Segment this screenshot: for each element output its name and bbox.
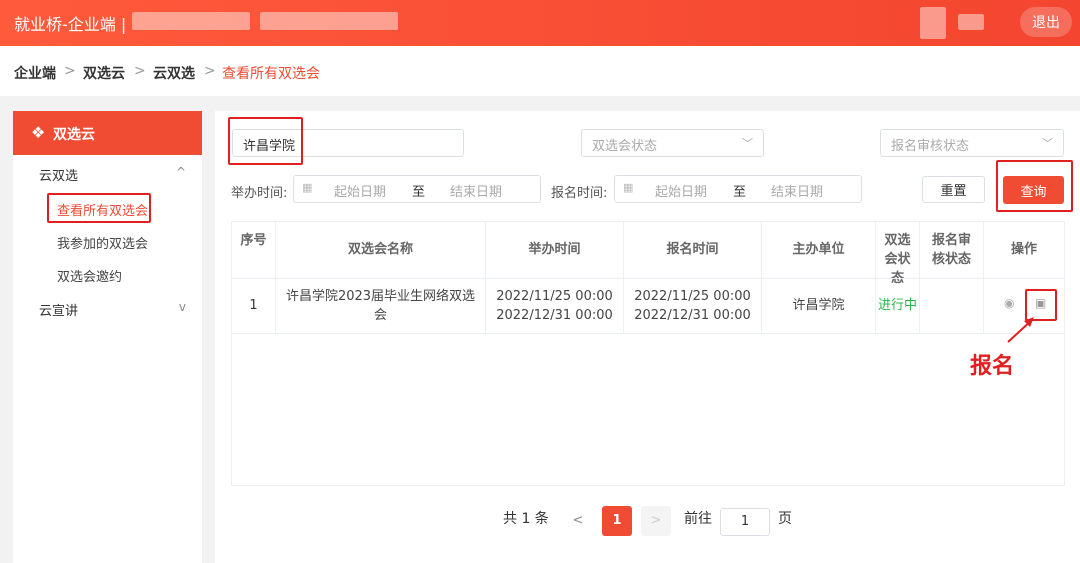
column-header-host: 主办单位 [762, 222, 876, 278]
blurred-company-name [132, 12, 250, 30]
breadcrumb-separator: > [64, 63, 76, 79]
cell-index: 1 [232, 279, 276, 333]
breadcrumb-item-yunshuangxuan[interactable]: 云双选 [153, 63, 195, 83]
pagination-total: 共 1 条 [503, 511, 549, 527]
prev-page-button[interactable]: < [563, 506, 593, 536]
top-header: 就业桥-企业端 | 退出 [0, 0, 1080, 46]
avatar[interactable] [920, 7, 946, 39]
reg-end-placeholder: 结束日期 [771, 185, 824, 200]
column-header-review-status: 报名审核状态 [920, 222, 984, 278]
sidebar-item-label: 我参加的双选会 [57, 237, 149, 252]
chevron-down-icon: ﹀ [742, 137, 753, 150]
fair-status-placeholder: 双选会状态 [592, 139, 658, 154]
range-to: 至 [733, 185, 747, 200]
sidebar: ❖ 双选云 云双选 ^ 查看所有双选会 我参加的双选会 双选会邀约 云宣讲 v [13, 111, 202, 563]
hold-end-placeholder: 结束日期 [450, 185, 503, 200]
column-header-index: 序号 [232, 222, 276, 278]
calendar-icon: ▦ [623, 181, 634, 194]
sidebar-item-label: 云双选 [39, 169, 79, 184]
sidebar-item-yunshuangxuan[interactable]: 云双选 ^ [39, 165, 202, 184]
annotation-arrow [1007, 317, 1034, 343]
breadcrumb-current: 查看所有双选会 [222, 66, 320, 82]
hold-start: 2022/11/25 00:00 [496, 289, 613, 304]
cell-hold-time: 2022/11/25 00:00 2022/12/31 00:00 [486, 279, 624, 333]
sidebar-item-invitations[interactable]: 双选会邀约 [57, 266, 122, 285]
review-status-placeholder: 报名审核状态 [891, 139, 970, 154]
page-1-button[interactable]: 1 [602, 506, 632, 536]
sidebar-item-label: 双选会邀约 [57, 270, 123, 285]
sidebar-head[interactable]: ❖ 双选云 [13, 111, 202, 155]
fair-name-line1: 许昌学院2023届毕业生网络双选 [285, 289, 476, 304]
cell-review-status [920, 279, 984, 333]
reg-time-range-picker[interactable]: ▦ 起始日期 至 结束日期 [614, 175, 862, 203]
highlight-box-school [228, 117, 303, 165]
breadcrumb-item-shuangxuanyun[interactable]: 双选云 [83, 63, 125, 83]
breadcrumb-separator: > [204, 63, 216, 79]
fair-table: 序号 双选会名称 举办时间 报名时间 主办单位 双选会状态 报名审核状态 操作 … [231, 221, 1065, 486]
column-header-actions: 操作 [1010, 242, 1037, 257]
reset-button[interactable]: 重置 [922, 176, 985, 203]
column-header-reg-time: 报名时间 [624, 222, 762, 278]
view-eye-icon[interactable]: ◉ [1004, 296, 1014, 310]
blurred-company-name-2 [260, 12, 398, 30]
range-to: 至 [412, 185, 426, 200]
chevron-down-icon: v [178, 300, 186, 314]
cell-reg-time: 2022/11/25 00:00 2022/12/31 00:00 [624, 279, 762, 333]
hold-time-label: 举办时间: [231, 186, 288, 201]
review-status-select[interactable]: 报名审核状态 ﹀ [880, 129, 1064, 157]
cell-fair-name[interactable]: 许昌学院2023届毕业生网络双选 会 [276, 279, 486, 333]
sidebar-item-yunxuanjiang[interactable]: 云宣讲 v [39, 300, 202, 319]
fair-name-line2: 会 [373, 308, 387, 323]
hold-time-range-picker[interactable]: ▦ 起始日期 至 结束日期 [293, 175, 541, 203]
breadcrumb-item-enterprise[interactable]: 企业端 [14, 63, 56, 83]
sidebar-item-label: 云宣讲 [39, 304, 79, 319]
breadcrumb: 企业端 > 双选云 > 云双选 > 查看所有双选会 [0, 46, 1080, 96]
shuangxuan-icon: ❖ [31, 123, 46, 142]
status-badge: 进行中 [876, 279, 920, 333]
sidebar-item-my-fairs[interactable]: 我参加的双选会 [57, 233, 148, 252]
blurred-username [958, 14, 984, 30]
column-header-fair-status: 双选会状态 [876, 222, 920, 286]
page-unit-label: 页 [778, 511, 792, 527]
column-header-hold-time: 举办时间 [486, 222, 624, 278]
chevron-down-icon: ﹀ [1042, 137, 1053, 150]
next-page-button[interactable]: > [641, 506, 671, 536]
chevron-up-icon: ^ [175, 165, 186, 179]
sidebar-head-label: 双选云 [53, 127, 95, 143]
highlight-box-sidebar [47, 193, 151, 223]
reg-time-label: 报名时间: [551, 186, 608, 201]
logout-button[interactable]: 退出 [1020, 7, 1072, 37]
annotation-register-label: 报名 [970, 354, 1015, 379]
goto-label: 前往 [684, 511, 712, 527]
column-header-name: 双选会名称 [276, 222, 486, 278]
reg-end: 2022/12/31 00:00 [634, 308, 751, 323]
hold-end: 2022/12/31 00:00 [496, 308, 613, 323]
breadcrumb-separator: > [134, 63, 146, 79]
fair-status-select[interactable]: 双选会状态 ﹀ [581, 129, 764, 157]
row-divider [232, 333, 1064, 334]
calendar-icon: ▦ [302, 181, 313, 194]
hold-start-placeholder: 起始日期 [334, 185, 387, 200]
goto-page-input[interactable]: 1 [720, 508, 770, 536]
cell-host: 许昌学院 [762, 279, 876, 333]
app-title: 就业桥-企业端 | [14, 15, 127, 34]
highlight-box-query [996, 160, 1073, 212]
reg-start-placeholder: 起始日期 [655, 185, 708, 200]
reg-start: 2022/11/25 00:00 [634, 289, 751, 304]
